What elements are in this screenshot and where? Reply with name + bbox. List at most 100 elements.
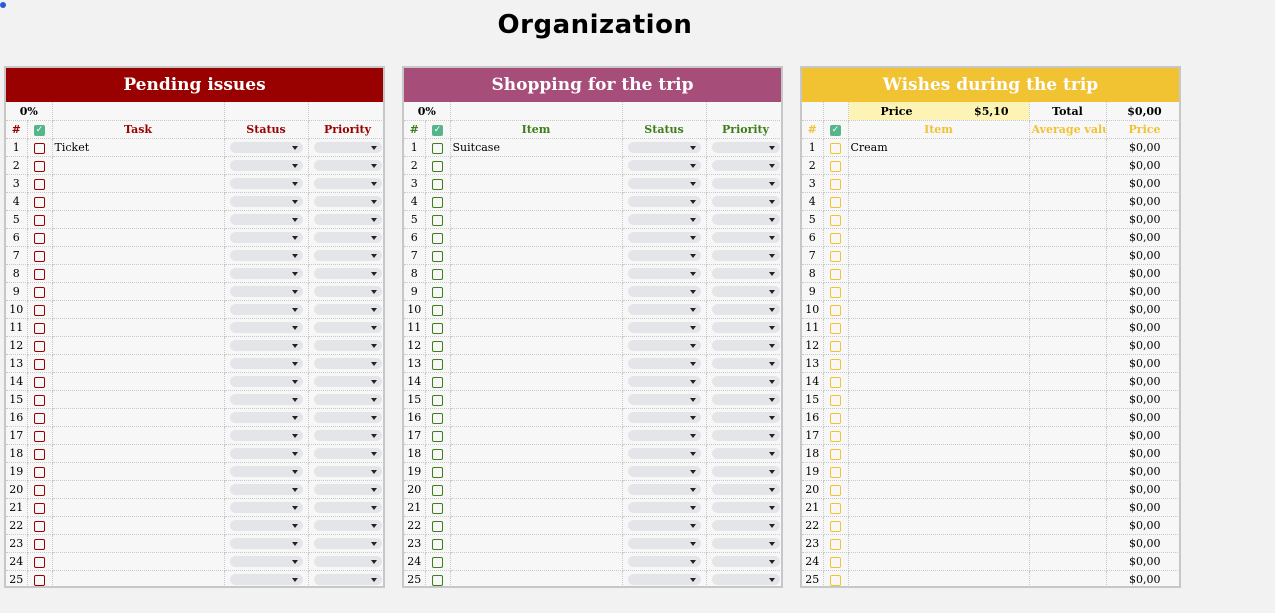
status-dropdown[interactable]: [627, 304, 701, 315]
row-checkbox[interactable]: [830, 358, 841, 370]
row-checkbox-cell[interactable]: [27, 516, 53, 535]
row-checkbox[interactable]: [432, 322, 443, 334]
row-item-cell[interactable]: [52, 264, 225, 283]
row-item-cell[interactable]: [52, 372, 225, 391]
row-checkbox[interactable]: [432, 142, 443, 154]
row-item-cell[interactable]: [52, 246, 225, 265]
status-dropdown[interactable]: [627, 322, 701, 333]
priority-cell[interactable]: [308, 210, 383, 229]
priority-dropdown[interactable]: [313, 538, 382, 549]
priority-dropdown[interactable]: [313, 484, 382, 495]
average-value-cell[interactable]: [1029, 390, 1107, 409]
status-dropdown[interactable]: [627, 466, 701, 477]
row-checkbox[interactable]: [34, 448, 45, 460]
row-item-cell[interactable]: [450, 390, 623, 409]
row-item-cell[interactable]: [52, 570, 225, 586]
row-checkbox-cell[interactable]: [425, 426, 451, 445]
row-checkbox-cell[interactable]: [425, 246, 451, 265]
row-checkbox-cell[interactable]: [823, 390, 849, 409]
row-checkbox[interactable]: [432, 394, 443, 406]
row-item-cell[interactable]: [848, 354, 1030, 373]
priority-cell[interactable]: [308, 138, 383, 157]
row-item-cell[interactable]: [848, 570, 1030, 586]
row-checkbox[interactable]: [432, 430, 443, 442]
priority-dropdown[interactable]: [313, 160, 382, 171]
row-checkbox[interactable]: [432, 178, 443, 190]
row-checkbox[interactable]: [830, 250, 841, 262]
status-cell[interactable]: [622, 336, 707, 355]
row-checkbox-cell[interactable]: [823, 192, 849, 211]
status-dropdown[interactable]: [229, 250, 303, 261]
priority-dropdown[interactable]: [711, 250, 780, 261]
row-item-cell[interactable]: [848, 408, 1030, 427]
status-dropdown[interactable]: [229, 340, 303, 351]
row-checkbox[interactable]: [432, 556, 443, 568]
row-checkbox[interactable]: [34, 502, 45, 514]
average-value-cell[interactable]: [1029, 444, 1107, 463]
row-item-cell[interactable]: [450, 174, 623, 193]
row-item-cell[interactable]: [450, 372, 623, 391]
row-item-cell[interactable]: [450, 264, 623, 283]
row-checkbox[interactable]: [34, 574, 45, 586]
status-cell[interactable]: [224, 264, 309, 283]
row-checkbox-cell[interactable]: [27, 336, 53, 355]
priority-cell[interactable]: [308, 300, 383, 319]
row-checkbox-cell[interactable]: [27, 282, 53, 301]
row-checkbox[interactable]: [830, 394, 841, 406]
priority-cell[interactable]: [706, 138, 781, 157]
row-item-cell[interactable]: [52, 462, 225, 481]
row-checkbox[interactable]: [432, 268, 443, 280]
row-checkbox-cell[interactable]: [823, 300, 849, 319]
row-checkbox-cell[interactable]: [425, 516, 451, 535]
empty-cell[interactable]: [823, 102, 849, 121]
row-checkbox[interactable]: [34, 358, 45, 370]
priority-dropdown[interactable]: [313, 574, 382, 585]
status-dropdown[interactable]: [627, 340, 701, 351]
row-checkbox[interactable]: [432, 304, 443, 316]
status-dropdown[interactable]: [229, 448, 303, 459]
priority-dropdown[interactable]: [711, 340, 780, 351]
status-dropdown[interactable]: [229, 394, 303, 405]
row-checkbox-cell[interactable]: [823, 570, 849, 586]
row-checkbox[interactable]: [432, 358, 443, 370]
row-checkbox[interactable]: [34, 538, 45, 550]
row-checkbox-cell[interactable]: [823, 210, 849, 229]
average-value-cell[interactable]: [1029, 246, 1107, 265]
row-checkbox[interactable]: [432, 286, 443, 298]
row-checkbox[interactable]: [432, 502, 443, 514]
row-checkbox-cell[interactable]: [823, 462, 849, 481]
status-cell[interactable]: [622, 282, 707, 301]
status-dropdown[interactable]: [627, 196, 701, 207]
status-cell[interactable]: [622, 372, 707, 391]
row-item-cell[interactable]: [848, 246, 1030, 265]
status-dropdown[interactable]: [627, 574, 701, 585]
priority-dropdown[interactable]: [313, 430, 382, 441]
priority-dropdown[interactable]: [313, 376, 382, 387]
status-cell[interactable]: [622, 426, 707, 445]
row-checkbox[interactable]: [830, 466, 841, 478]
row-checkbox-cell[interactable]: [425, 138, 451, 157]
row-item-cell[interactable]: [450, 354, 623, 373]
row-checkbox-cell[interactable]: [425, 570, 451, 586]
priority-dropdown[interactable]: [313, 502, 382, 513]
priority-cell[interactable]: [308, 408, 383, 427]
status-dropdown[interactable]: [627, 214, 701, 225]
status-dropdown[interactable]: [229, 358, 303, 369]
row-checkbox-cell[interactable]: [823, 336, 849, 355]
average-value-cell[interactable]: [1029, 552, 1107, 571]
row-checkbox[interactable]: [830, 448, 841, 460]
row-checkbox[interactable]: [34, 286, 45, 298]
status-dropdown[interactable]: [627, 394, 701, 405]
status-dropdown[interactable]: [229, 538, 303, 549]
priority-cell[interactable]: [706, 480, 781, 499]
row-item-cell[interactable]: [450, 426, 623, 445]
row-checkbox-cell[interactable]: [823, 534, 849, 553]
priority-cell[interactable]: [308, 534, 383, 553]
priority-cell[interactable]: [308, 264, 383, 283]
row-checkbox-cell[interactable]: [27, 498, 53, 517]
row-checkbox[interactable]: [830, 214, 841, 226]
row-checkbox[interactable]: [432, 376, 443, 388]
status-cell[interactable]: [224, 156, 309, 175]
row-checkbox-cell[interactable]: [27, 570, 53, 586]
row-item-cell[interactable]: [848, 174, 1030, 193]
